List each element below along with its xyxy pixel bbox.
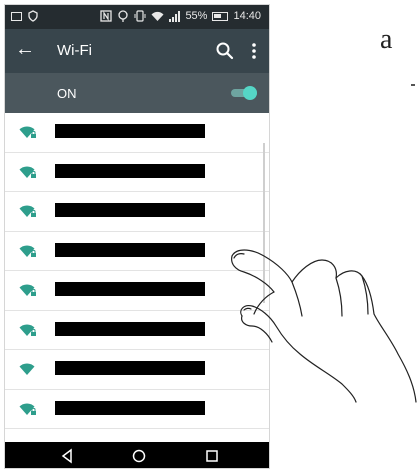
- more-vert-icon[interactable]: [249, 41, 259, 61]
- nav-bar: [5, 442, 269, 468]
- arrow-back-icon[interactable]: ←: [15, 39, 35, 59]
- network-name-redacted: [55, 203, 205, 217]
- vibrate-icon: [134, 10, 146, 22]
- nav-recent-icon[interactable]: [204, 448, 220, 464]
- wifi-signal-icon: [19, 245, 36, 257]
- network-name-redacted: [55, 400, 205, 415]
- network-name-redacted: [55, 321, 205, 336]
- network-row-partial[interactable]: ЧЧЧЧЧ: [5, 429, 269, 442]
- wifi-signal-icon: [19, 403, 36, 415]
- nfc-icon: [100, 10, 113, 22]
- nav-home-icon[interactable]: [131, 448, 147, 464]
- app-bar: ← Wi-Fi: [5, 29, 269, 73]
- screenshot-icon: [11, 11, 22, 21]
- network-name-redacted: [55, 124, 205, 138]
- search-icon[interactable]: [215, 41, 235, 61]
- network-name-redacted: [55, 361, 205, 375]
- wifi-toggle-label: ON: [57, 86, 77, 101]
- switch-knob: [243, 86, 257, 100]
- network-name-redacted: [55, 163, 205, 178]
- edge-mark: [411, 84, 415, 86]
- status-bar: 55% 14:40: [5, 5, 269, 29]
- page-title: Wi-Fi: [57, 42, 92, 59]
- notification-icon: [118, 10, 129, 22]
- wifi-signal-icon: [19, 166, 36, 178]
- pointing-hand-illustration: [231, 249, 417, 403]
- nav-back-icon[interactable]: [59, 448, 75, 464]
- shield-icon: [28, 10, 38, 22]
- network-name-redacted: [55, 282, 205, 296]
- network-row[interactable]: [5, 113, 269, 153]
- network-row[interactable]: [5, 153, 269, 192]
- network-name-redacted: [55, 242, 205, 257]
- battery-percent: 55%: [185, 10, 208, 22]
- battery-icon: [212, 11, 229, 21]
- wifi-signal-icon: [19, 324, 36, 336]
- wifi-signal-icon: [19, 205, 36, 217]
- wifi-signal-icon: [19, 126, 36, 138]
- edge-text: a: [380, 24, 393, 55]
- wifi-switch[interactable]: [231, 86, 257, 100]
- wifi-signal-icon: [19, 284, 36, 296]
- network-row[interactable]: [5, 192, 269, 232]
- clock: 14:40: [233, 10, 261, 22]
- wifi-signal-icon: [19, 363, 35, 375]
- wifi-toggle-row[interactable]: ON: [5, 73, 269, 113]
- signal-icon: [169, 10, 181, 22]
- wifi-status-icon: [151, 11, 164, 21]
